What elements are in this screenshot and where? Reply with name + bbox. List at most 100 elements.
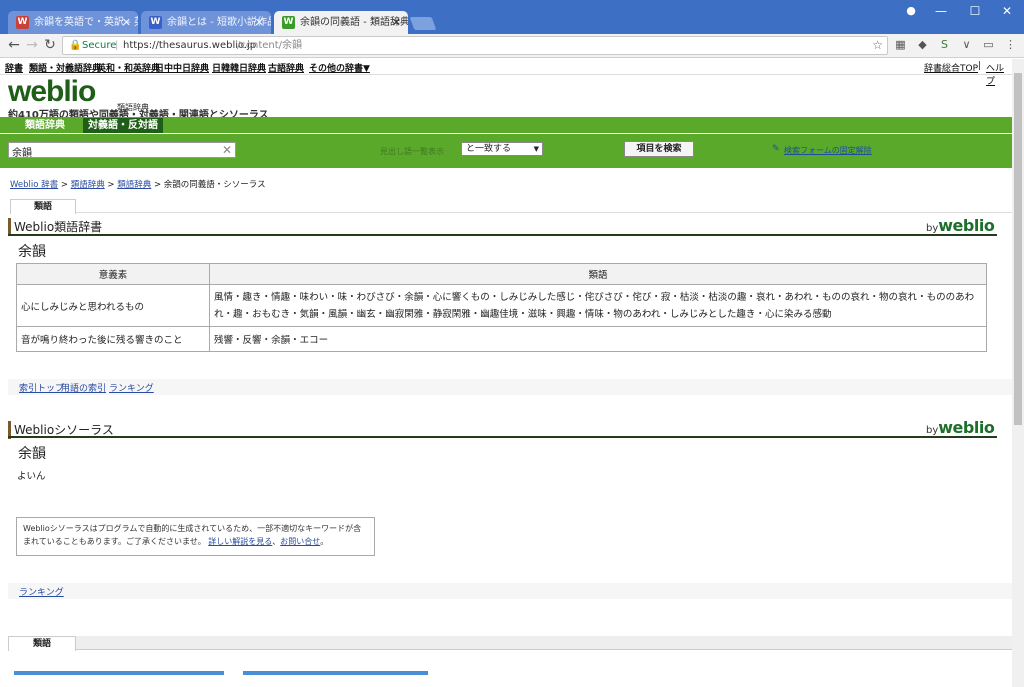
- ranking-link[interactable]: ランキング: [19, 585, 64, 598]
- new-tab-button[interactable]: [409, 17, 437, 30]
- address-bar[interactable]: 🔒 Secure | https://thesaurus.weblio.jp /…: [62, 36, 888, 55]
- search-submit-button[interactable]: 項目を検索: [624, 141, 694, 157]
- nav-item-korean[interactable]: 日韓韓日辞典: [212, 61, 266, 74]
- tab-chip-synonym[interactable]: 類語: [10, 199, 76, 214]
- nav-item-english[interactable]: 英和・和英辞典: [97, 61, 160, 74]
- extension-chat-icon[interactable]: ▭: [982, 38, 995, 51]
- ranking-link[interactable]: ランキング: [109, 381, 154, 394]
- synonym-item[interactable]: 静寂閑雅: [433, 309, 471, 320]
- synonym-item[interactable]: 侘びさび: [585, 292, 623, 303]
- weblio-logo[interactable]: weblio: [8, 75, 96, 109]
- synonym-table: 意義素 類語 心にしみじみと思われるもの 風情・趣き・情趣・味わい・味・わびさび…: [16, 263, 987, 352]
- maximize-button[interactable]: ☐: [960, 2, 990, 20]
- synonym-item[interactable]: 枯淡: [680, 292, 699, 303]
- breadcrumb-thesaurus[interactable]: 類語辞典: [71, 180, 105, 190]
- profile-icon[interactable]: ●: [896, 2, 926, 20]
- breadcrumb-weblio[interactable]: Weblio 辞書: [10, 180, 58, 190]
- synonym-item[interactable]: あわれ: [784, 292, 812, 303]
- forward-icon[interactable]: →: [24, 37, 40, 53]
- weblio-favicon-icon: W: [282, 16, 295, 29]
- synonym-item[interactable]: 気韻: [300, 309, 319, 320]
- help-link[interactable]: ヘルプ: [986, 61, 1012, 87]
- extension-shield-icon[interactable]: ◆: [916, 38, 929, 51]
- synonym-item[interactable]: 心に染みる感動: [765, 309, 832, 320]
- nav-item-dictionary[interactable]: 辞書: [5, 61, 23, 74]
- synonym-item[interactable]: 味: [338, 292, 348, 303]
- synonym-separator: ・: [290, 291, 300, 303]
- synonym-item[interactable]: 滋味: [528, 309, 547, 320]
- synonym-item[interactable]: しみじみした感じ: [499, 292, 575, 303]
- synonym-item[interactable]: 情趣: [271, 292, 290, 303]
- bookmark-star-icon[interactable]: ☆: [872, 37, 883, 54]
- synonym-item[interactable]: 物の哀れ: [879, 292, 917, 303]
- breadcrumb-sep: >: [58, 180, 71, 190]
- synonym-item[interactable]: ものの哀れ: [822, 292, 870, 303]
- clear-icon[interactable]: ✕: [222, 143, 232, 157]
- bottom-tab-chip-synonym[interactable]: 類語: [8, 636, 76, 651]
- synonym-item[interactable]: 風韻: [328, 309, 347, 320]
- synonym-item[interactable]: 哀れ: [756, 292, 775, 303]
- synonym-separator: ・: [670, 291, 680, 303]
- synonym-item[interactable]: 味わい: [300, 292, 329, 303]
- weblio-favicon-icon: W: [149, 16, 162, 29]
- extension-s-icon[interactable]: S: [938, 38, 951, 51]
- nav-item-other[interactable]: その他の辞書▼: [309, 61, 370, 74]
- tab-close-icon[interactable]: ✕: [392, 11, 401, 34]
- tab-antonym[interactable]: 対義語・反対語: [83, 118, 163, 133]
- synonym-item[interactable]: 趣: [233, 309, 243, 320]
- synonym-item[interactable]: 寂: [661, 292, 671, 303]
- detail-link[interactable]: 詳しい解説を見る: [208, 537, 272, 546]
- term-index-link[interactable]: 用語の索引: [61, 381, 106, 394]
- tab-thesaurus[interactable]: 類語辞典: [10, 118, 80, 133]
- match-select-value: と一致する: [466, 144, 512, 154]
- browser-tab-3-active[interactable]: W 余韻の同義語 - 類語辞典 ✕: [274, 11, 408, 34]
- synonym-item[interactable]: 幽寂閑雅: [385, 309, 423, 320]
- synonym-item[interactable]: わびさび: [357, 292, 395, 303]
- close-window-button[interactable]: ✕: [992, 2, 1022, 20]
- synonym-item[interactable]: 余韻: [271, 335, 290, 346]
- match-select[interactable]: と一致する ▼: [461, 142, 543, 156]
- reload-icon[interactable]: ↻: [42, 37, 58, 53]
- synonym-item[interactable]: エコー: [300, 335, 329, 346]
- nav-item-thesaurus[interactable]: 類語・対義語辞典: [29, 61, 101, 74]
- minimize-button[interactable]: —: [926, 2, 956, 20]
- synonym-separator: ・: [233, 335, 243, 346]
- synonym-item[interactable]: 物のあわれ: [613, 309, 660, 320]
- synonym-separator: ・: [622, 291, 633, 303]
- synonym-item[interactable]: 心に響くもの: [433, 292, 490, 303]
- synonym-item[interactable]: 幽玄: [357, 309, 376, 320]
- browser-tab-2[interactable]: W 余韻とは - 短歌小説作品 ✕: [141, 11, 271, 34]
- synonym-item[interactable]: おもむき: [252, 309, 290, 320]
- search-input[interactable]: 余韻 ✕: [8, 142, 236, 159]
- back-icon[interactable]: ←: [6, 37, 22, 53]
- contact-link[interactable]: お問い合せ: [280, 537, 320, 546]
- synonym-item[interactable]: 風情: [214, 292, 233, 303]
- scrollbar-thumb[interactable]: [1014, 73, 1022, 425]
- section-divider: [8, 234, 997, 236]
- synonym-item[interactable]: 情味: [585, 309, 604, 320]
- synonym-item[interactable]: 趣き: [243, 292, 262, 303]
- extension-grid-icon[interactable]: ▦: [894, 38, 907, 51]
- synonym-separator: ・: [233, 291, 243, 303]
- nav-item-chinese[interactable]: 日中中日辞典: [155, 61, 209, 74]
- nav-item-classical[interactable]: 古語辞典: [268, 61, 304, 74]
- synonym-item[interactable]: 反響: [243, 335, 262, 346]
- browser-tab-1[interactable]: W 余韻を英語で・英訳 - 英和 ✕: [8, 11, 138, 34]
- synonym-item[interactable]: 残響: [214, 335, 233, 346]
- menu-icon[interactable]: ⋮: [1004, 38, 1017, 51]
- synonym-item[interactable]: 余韻: [404, 292, 423, 303]
- tab-close-icon[interactable]: ✕: [122, 11, 131, 34]
- dictionary-top-link[interactable]: 辞書総合TOP: [924, 61, 978, 74]
- column-header-synonyms: 類語: [209, 263, 987, 285]
- synonym-item[interactable]: しみじみとした趣き: [670, 309, 756, 320]
- synonym-item[interactable]: 幽趣佳境: [480, 309, 518, 320]
- synonym-item[interactable]: 興趣: [556, 309, 575, 320]
- tab-close-icon[interactable]: ✕: [255, 11, 264, 34]
- unpin-form-link[interactable]: 検索フォームの固定解除: [784, 145, 872, 156]
- synonym-item[interactable]: 枯淡の趣: [708, 292, 746, 303]
- index-top-link[interactable]: 索引トップ: [19, 381, 64, 394]
- breadcrumb-thesaurus2[interactable]: 類語辞典: [117, 180, 151, 190]
- entry-word: 余韻: [18, 244, 46, 260]
- synonym-item[interactable]: 侘び: [632, 292, 651, 303]
- extension-v-icon[interactable]: ∨: [960, 38, 973, 51]
